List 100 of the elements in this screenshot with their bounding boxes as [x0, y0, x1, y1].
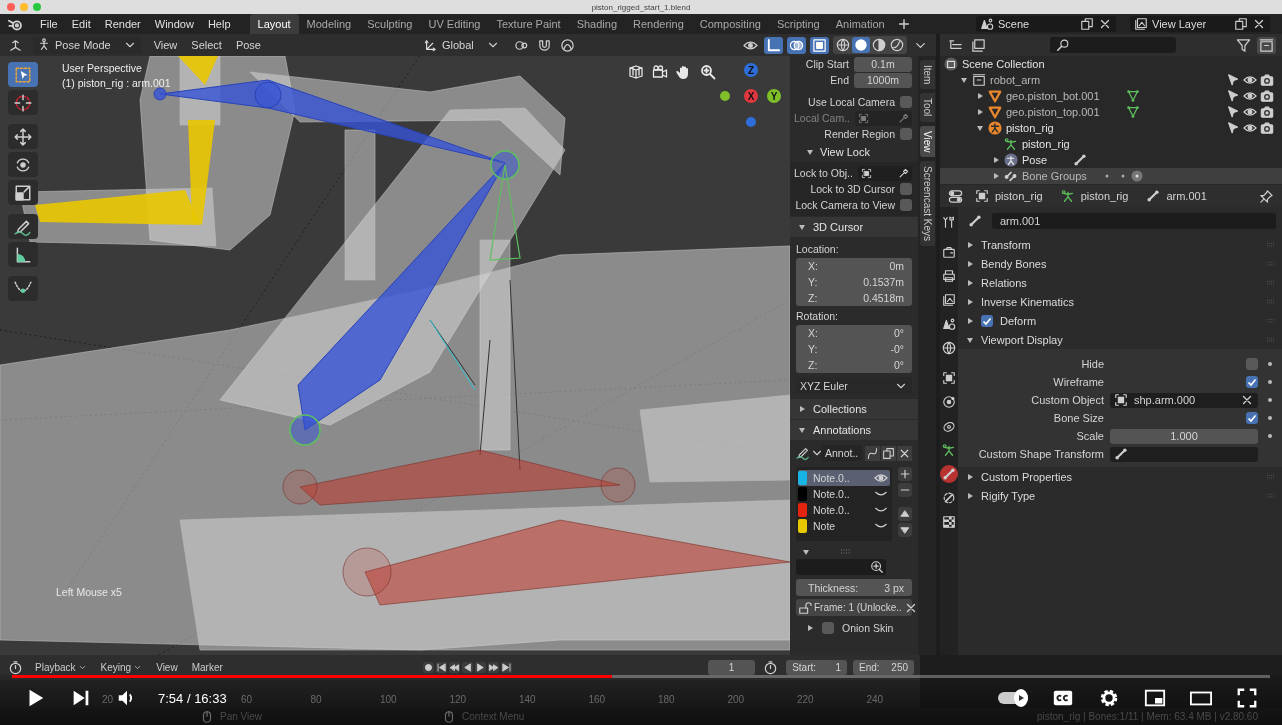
property-label: Bone Size	[1052, 412, 1104, 424]
menu-item[interactable]: Pose	[230, 37, 266, 53]
menu-item[interactable]: Playback	[31, 662, 91, 673]
frame-number: 180	[658, 694, 675, 705]
breadcrumb-item[interactable]: piston_rig	[1060, 189, 1129, 203]
workspace-tab[interactable]: Shading	[568, 14, 626, 34]
annotation-name-field[interactable]: Annot..	[821, 445, 863, 461]
outliner-item[interactable]: piston_rig	[940, 136, 1282, 152]
outliner-item[interactable]: robot_arm	[940, 72, 1282, 88]
breadcrumb-item[interactable]: arm.001	[1146, 189, 1207, 203]
panel-title[interactable]: Transform	[981, 238, 1259, 251]
panel-title[interactable]: Custom Properties	[981, 470, 1259, 483]
frame-number: 100	[380, 694, 397, 705]
menu-item[interactable]: Edit	[64, 18, 98, 30]
end-frame-field[interactable]: End: 250	[853, 660, 914, 675]
option-label: Lock Camera to View	[794, 199, 895, 211]
menu-item[interactable]: Window	[147, 18, 201, 30]
annotation-layer[interactable]: Note	[798, 518, 890, 534]
annotation-layer[interactable]: Note.0..	[798, 486, 890, 502]
field-label: End	[829, 74, 849, 86]
outliner-item[interactable]: geo.piston_top.001	[940, 104, 1282, 120]
workspace-tab[interactable]: Texture Paint	[488, 14, 569, 34]
number-field[interactable]: Z: 0°	[796, 357, 912, 373]
field-label: Local Cam..	[794, 112, 851, 124]
bone-name-field[interactable]: arm.001	[992, 213, 1276, 229]
workspace-tab[interactable]: UV Editing	[420, 14, 489, 34]
property-label: Scale	[1075, 430, 1104, 442]
frame-number: 120	[449, 694, 467, 705]
view-layer-field[interactable]: View Layer	[1130, 16, 1270, 32]
workspace-tab[interactable]: Modeling	[298, 14, 360, 34]
workspace-tab[interactable]: Layout	[249, 14, 299, 34]
menu-item[interactable]: View	[148, 37, 183, 53]
workspace-tab[interactable]: Rendering	[625, 14, 692, 34]
menu-item[interactable]: Help	[200, 18, 238, 30]
panel-title[interactable]: Relations	[981, 276, 1259, 289]
panel-title[interactable]: Inverse Kinematics	[981, 295, 1259, 308]
panel-title[interactable]: Viewport Display	[981, 333, 1259, 346]
object-field[interactable]: shp.arm.000	[1110, 392, 1258, 408]
outliner-item[interactable]: Scene Collection	[940, 56, 1282, 72]
outliner-item[interactable]: piston_rig	[940, 120, 1282, 136]
workspace-tab[interactable]: Animation	[827, 14, 893, 34]
menu-item[interactable]: Marker	[187, 662, 227, 673]
number-field[interactable]: Z: 0.4518m	[796, 290, 912, 306]
number-field[interactable]: X: 0m	[796, 258, 912, 274]
mode-dropdown[interactable]: Pose Mode	[33, 36, 141, 54]
panel-title[interactable]: Bendy Bones	[981, 257, 1259, 270]
frame-number: 160	[588, 694, 606, 705]
annotation-layer[interactable]: Note.0..	[798, 502, 890, 518]
option-label: Render Region	[823, 128, 895, 140]
frame-number: 140	[519, 694, 536, 705]
thickness-field[interactable]: Thickness: 3 px	[796, 579, 912, 596]
workspace-tab[interactable]: Compositing	[691, 14, 769, 34]
group-label: Rotation:	[796, 309, 840, 324]
property-label: Hide	[1080, 358, 1104, 370]
orientation-dropdown[interactable]: Global	[419, 36, 504, 54]
sidebar-tab[interactable]: View	[919, 125, 935, 158]
number-field[interactable]: 1.000	[1110, 428, 1258, 444]
menu-item[interactable]: File	[33, 18, 65, 30]
frame-number: 20	[102, 694, 114, 705]
rotation-mode-dropdown[interactable]: XYZ Euler	[796, 377, 912, 394]
field-label: Clip Start	[804, 58, 849, 70]
menu-item[interactable]: Select	[186, 37, 227, 53]
number-field[interactable]: Y: -0°	[796, 341, 912, 357]
subpanel-title[interactable]: View Lock	[820, 146, 870, 158]
annotation-layer[interactable]: Note.0..	[798, 470, 890, 486]
menu-item[interactable]: Keying	[96, 662, 147, 673]
option-label: Lock to 3D Cursor	[809, 183, 895, 195]
property-label: Custom Shape Transform	[977, 448, 1104, 460]
workspace-tab[interactable]: Sculpting	[359, 14, 421, 34]
window-title: piston_rigged_start_1.blend	[591, 2, 691, 12]
panel-title[interactable]: Rigify Type	[981, 489, 1259, 502]
menu-item[interactable]: View	[152, 662, 182, 673]
group-label: Location:	[796, 242, 840, 257]
menu-item[interactable]: Render	[97, 18, 148, 30]
outliner-item[interactable]: geo.piston_bot.001	[940, 88, 1282, 104]
frame-number: 220	[797, 694, 814, 705]
current-frame-field[interactable]: 1	[707, 660, 756, 675]
video-time: 7:54 / 16:33	[158, 690, 227, 706]
start-frame-field[interactable]: Start: 1	[786, 660, 848, 675]
sidebar-tab[interactable]: Screencast Keys	[919, 161, 935, 247]
property-label: Custom Object	[1030, 394, 1104, 406]
sidebar-tab[interactable]: Tool	[919, 93, 935, 122]
panel-title[interactable]: Deform	[1000, 314, 1259, 327]
property-label: Wireframe	[1052, 376, 1104, 388]
option-label: Onion Skin	[842, 622, 894, 634]
axis-label: X	[747, 91, 755, 102]
outliner-item[interactable]: Bone Groups	[940, 168, 1282, 184]
number-field[interactable]: Y: 0.1537m	[796, 274, 912, 290]
workspace-tab[interactable]: Scripting	[768, 14, 828, 34]
breadcrumb-item[interactable]: piston_rig	[975, 189, 1043, 203]
number-field[interactable]: 1000m	[854, 72, 912, 88]
frame-number: 240	[866, 694, 884, 705]
frame-number: 80	[310, 694, 322, 705]
number-field[interactable]: X: 0°	[796, 325, 912, 341]
sidebar-tab[interactable]: Item	[919, 60, 935, 90]
axis-gizmo[interactable]: Z X Y	[718, 59, 788, 129]
outliner-item[interactable]: Pose	[940, 152, 1282, 168]
number-field[interactable]: 0.1m	[854, 56, 912, 72]
axis-label: Y	[770, 91, 778, 102]
scene-field[interactable]: Scene	[976, 16, 1116, 32]
